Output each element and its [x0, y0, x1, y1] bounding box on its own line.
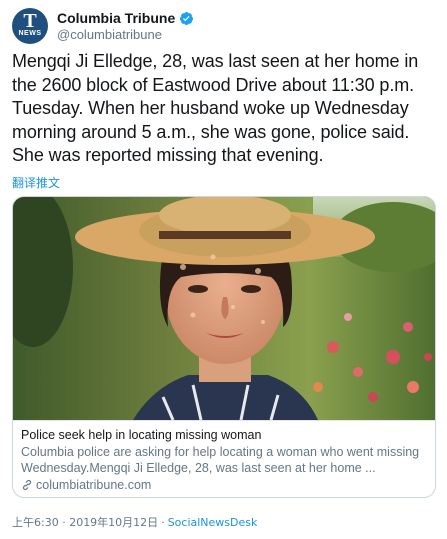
account-name[interactable]: Columbia Tribune [57, 10, 175, 26]
tweet-timestamp[interactable]: 上午6:30 · 2019年10月12日 [12, 514, 158, 530]
avatar-label: NEWS [18, 30, 42, 37]
card-title: Police seek help in locating missing wom… [21, 428, 262, 442]
tweet-footer: 上午6:30 · 2019年10月12日 · SocialNewsDesk [12, 514, 257, 530]
footer-separator: · [161, 515, 165, 529]
account-handle[interactable]: @columbiatribune [57, 27, 194, 42]
card-description: Columbia police are asking for help loca… [21, 445, 420, 475]
card-domain-row: columbiatribune.com [21, 477, 429, 493]
link-card[interactable]: Police seek help in locating missing wom… [12, 196, 436, 498]
tweet-source[interactable]: SocialNewsDesk [168, 516, 258, 529]
name-row: Columbia Tribune [57, 10, 194, 26]
photo-woman-straw-hat [13, 197, 435, 420]
tweet-text: Mengqi Ji Elledge, 28, was last seen at … [12, 51, 419, 165]
card-domain: columbiatribune.com [36, 478, 152, 492]
link-icon [22, 479, 32, 491]
translate-tweet-link[interactable]: 翻译推文 [12, 174, 60, 191]
card-text[interactable]: Police seek help in locating missing wom… [13, 420, 435, 497]
account-identity: Columbia Tribune @columbiatribune [57, 10, 194, 42]
avatar[interactable]: T NEWS [12, 8, 48, 44]
card-image[interactable] [13, 197, 435, 420]
tweet-header: T NEWS Columbia Tribune @columbiatribune [12, 6, 194, 46]
verified-badge-icon [180, 11, 194, 25]
